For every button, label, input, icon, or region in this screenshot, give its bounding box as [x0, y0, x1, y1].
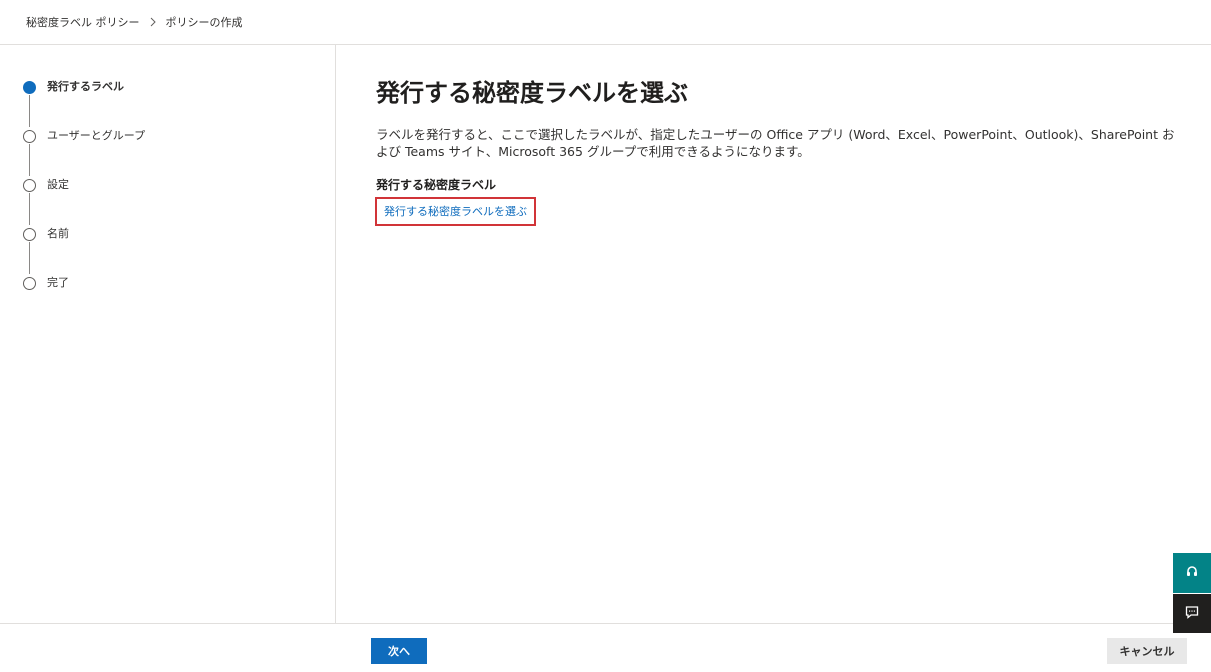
- wizard-steps: 発行するラベル ユーザーとグループ 設定 名前 完了: [23, 79, 145, 324]
- step-indicator: [23, 179, 36, 192]
- headset-icon: [1185, 564, 1199, 583]
- next-button[interactable]: 次へ: [371, 638, 427, 664]
- step-label: 完了: [47, 276, 69, 289]
- page-title: 発行する秘密度ラベルを選ぶ: [376, 79, 688, 107]
- step-label: 設定: [47, 178, 69, 191]
- section-label: 発行する秘密度ラベル: [376, 178, 497, 192]
- breadcrumb: 秘密度ラベル ポリシー ポリシーの作成: [26, 14, 243, 30]
- choose-labels-link[interactable]: 発行する秘密度ラベルを選ぶ: [375, 197, 536, 226]
- footer-bar: 次へ キャンセル: [0, 623, 1211, 672]
- step-settings[interactable]: 設定: [23, 177, 145, 226]
- step-indicator: [23, 228, 36, 241]
- step-label: 名前: [47, 227, 69, 240]
- page-description: ラベルを発行すると、ここで選択したラベルが、指定したユーザーの Office ア…: [376, 127, 1175, 159]
- step-indicator: [23, 130, 36, 143]
- step-connector: [29, 193, 30, 225]
- step-finish[interactable]: 完了: [23, 275, 145, 324]
- step-connector: [29, 144, 30, 176]
- step-connector: [29, 95, 30, 127]
- feedback-icon: [1185, 604, 1199, 623]
- step-indicator: [23, 277, 36, 290]
- breadcrumb-item-policies[interactable]: 秘密度ラベル ポリシー: [26, 14, 140, 30]
- step-label: ユーザーとグループ: [47, 129, 146, 142]
- step-users-groups[interactable]: ユーザーとグループ: [23, 128, 145, 177]
- step-active-indicator: [23, 81, 36, 94]
- wizard-steps-pane: 発行するラベル ユーザーとグループ 設定 名前 完了: [0, 45, 336, 623]
- step-name[interactable]: 名前: [23, 226, 145, 275]
- feedback-tab[interactable]: [1173, 594, 1211, 633]
- help-tab[interactable]: [1173, 553, 1211, 593]
- step-connector: [29, 242, 30, 274]
- cancel-button[interactable]: キャンセル: [1107, 638, 1187, 664]
- main-content: 発行する秘密度ラベルを選ぶ ラベルを発行すると、ここで選択したラベルが、指定した…: [375, 76, 1186, 226]
- step-label: 発行するラベル: [47, 80, 124, 93]
- top-bar: 秘密度ラベル ポリシー ポリシーの作成: [0, 0, 1211, 45]
- breadcrumb-item-create-policy: ポリシーの作成: [165, 16, 243, 29]
- step-publish-labels[interactable]: 発行するラベル: [23, 79, 145, 128]
- chevron-right-icon: [146, 15, 160, 29]
